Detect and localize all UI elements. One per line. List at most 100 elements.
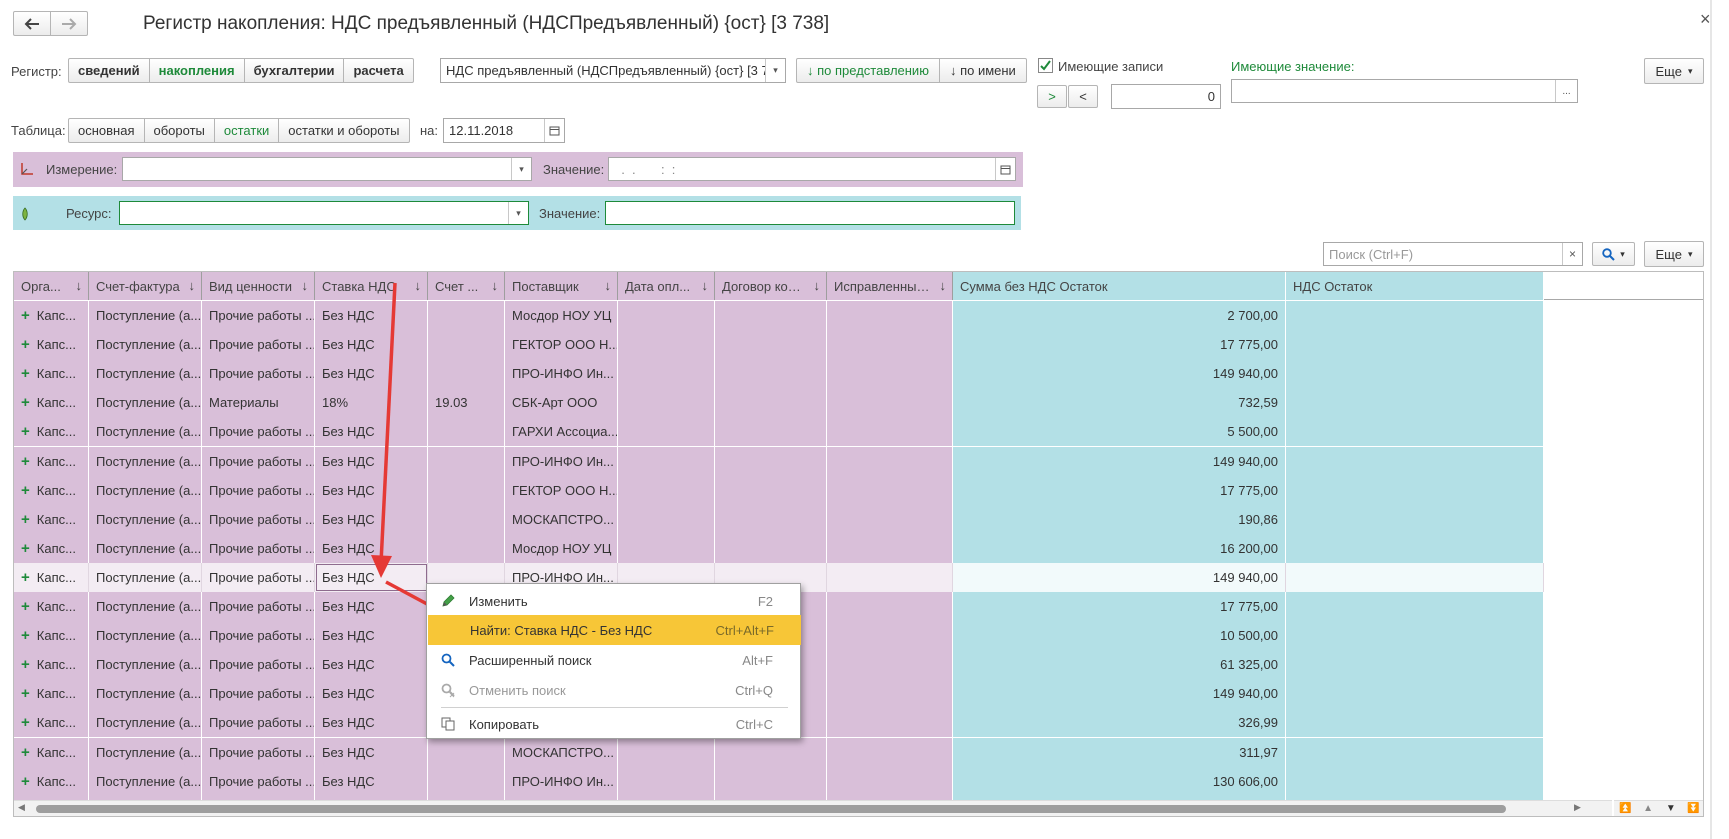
table-cell[interactable] bbox=[715, 417, 827, 447]
forward-button[interactable] bbox=[51, 12, 87, 35]
table-cell[interactable]: + Капс... bbox=[14, 766, 89, 796]
table-cell[interactable]: ГЕКТОР ООО Н... bbox=[505, 475, 618, 505]
column-header-4[interactable]: Счет ... ↓ bbox=[428, 272, 505, 300]
table-cell[interactable] bbox=[715, 737, 827, 767]
table-cell[interactable]: 17 775,00 bbox=[953, 592, 1286, 621]
table-cell[interactable] bbox=[428, 359, 505, 389]
table-cell[interactable] bbox=[827, 592, 953, 621]
table-cell[interactable]: Мосдор НОУ УЦ bbox=[505, 533, 618, 563]
table-cell[interactable]: 19.03 bbox=[428, 388, 505, 418]
table-cell[interactable] bbox=[428, 330, 505, 360]
calendar-icon[interactable] bbox=[544, 119, 564, 142]
table-cell[interactable] bbox=[1286, 562, 1544, 592]
table-cell[interactable]: + Капс... bbox=[14, 533, 89, 563]
ellipsis-button[interactable]: ... bbox=[1555, 80, 1577, 102]
table-cell[interactable]: Прочие работы ... bbox=[202, 592, 315, 621]
table-row[interactable]: + Капс... Поступление (а... Прочие работы .… bbox=[14, 621, 1703, 651]
table-row[interactable]: + Капс... Поступление (а... Прочие работы .… bbox=[14, 562, 1703, 592]
table-cell[interactable]: 61 325,00 bbox=[953, 650, 1286, 680]
table-cell[interactable]: ГЕКТОР ООО Н... bbox=[505, 330, 618, 360]
table-cell[interactable]: Поступление (а... bbox=[89, 679, 202, 709]
scrollbar-track-start-icon[interactable]: ◀ bbox=[18, 802, 25, 813]
table-cell[interactable]: ГАРХИ Ассоциа... bbox=[505, 417, 618, 447]
table-cell[interactable]: + Капс... bbox=[14, 359, 89, 389]
context-menu-item-4[interactable]: Копировать Ctrl+C bbox=[427, 709, 800, 739]
table-cell[interactable]: 149 940,00 bbox=[953, 359, 1286, 389]
table-cell[interactable]: Без НДС bbox=[315, 708, 428, 738]
table-cell[interactable]: Поступление (а... bbox=[89, 766, 202, 796]
table-cell[interactable]: + Капс... bbox=[14, 621, 89, 651]
has-value-input[interactable]: ... bbox=[1231, 79, 1578, 103]
resource-value-input[interactable] bbox=[605, 201, 1015, 225]
table-cell[interactable] bbox=[618, 301, 715, 330]
table-cell[interactable]: Без НДС bbox=[315, 621, 428, 651]
table-cell[interactable]: + Капс... bbox=[14, 301, 89, 330]
table-cell[interactable] bbox=[715, 533, 827, 563]
table-cell[interactable]: Без НДС bbox=[315, 475, 428, 505]
table-cell[interactable] bbox=[827, 504, 953, 534]
table-cell[interactable] bbox=[827, 650, 953, 680]
register-type-0[interactable]: сведений bbox=[69, 59, 150, 82]
table-cell[interactable] bbox=[1286, 504, 1544, 534]
table-cell[interactable]: + Капс... bbox=[14, 679, 89, 709]
table-cell[interactable] bbox=[428, 446, 505, 476]
table-cell[interactable] bbox=[1286, 301, 1544, 330]
table-row[interactable]: + Капс... Поступление (а... Прочие работы .… bbox=[14, 475, 1703, 505]
table-cell[interactable]: Поступление (а... bbox=[89, 388, 202, 418]
table-cell[interactable]: 5 500,00 bbox=[953, 417, 1286, 447]
table-cell[interactable] bbox=[1286, 679, 1544, 709]
table-cell[interactable] bbox=[1286, 592, 1544, 621]
table-cell[interactable]: Прочие работы ... bbox=[202, 737, 315, 767]
table-cell[interactable]: Без НДС bbox=[315, 417, 428, 447]
table-cell[interactable]: Прочие работы ... bbox=[202, 417, 315, 447]
table-cell[interactable]: Поступление (а... bbox=[89, 592, 202, 621]
table-cell[interactable] bbox=[428, 766, 505, 796]
table-cell[interactable]: Без НДС bbox=[315, 679, 428, 709]
table-cell[interactable]: Мосдор НОУ УЦ bbox=[505, 301, 618, 330]
column-header-5[interactable]: Поставщик ↓ bbox=[505, 272, 618, 300]
table-cell[interactable] bbox=[618, 504, 715, 534]
table-cell[interactable] bbox=[1286, 650, 1544, 680]
search-button[interactable]: ▾ bbox=[1592, 242, 1635, 266]
table-row[interactable]: + Капс... Поступление (а... Прочие работы .… bbox=[14, 417, 1703, 447]
table-cell[interactable]: Без НДС bbox=[315, 533, 428, 563]
date-input[interactable]: 12.11.2018 bbox=[443, 118, 565, 143]
table-cell[interactable]: Поступление (а... bbox=[89, 359, 202, 389]
table-cell[interactable]: + Капс... bbox=[14, 446, 89, 476]
register-type-2[interactable]: бухгалтерии bbox=[245, 59, 345, 82]
table-cell[interactable] bbox=[618, 533, 715, 563]
sort-by-view-button[interactable]: ↓ по представлению bbox=[797, 59, 940, 82]
resource-select[interactable]: ▾ bbox=[119, 201, 529, 225]
table-tab-0[interactable]: основная bbox=[69, 119, 145, 142]
table-cell[interactable]: Без НДС bbox=[315, 330, 428, 360]
table-cell[interactable] bbox=[618, 737, 715, 767]
register-type-1[interactable]: накопления bbox=[150, 59, 245, 82]
table-cell[interactable] bbox=[827, 388, 953, 418]
table-cell[interactable]: 10 500,00 bbox=[953, 621, 1286, 651]
table-cell[interactable]: 16 200,00 bbox=[953, 533, 1286, 563]
table-cell[interactable] bbox=[827, 679, 953, 709]
table-cell[interactable] bbox=[618, 330, 715, 360]
table-cell[interactable]: МОСКАПСТРО... bbox=[505, 737, 618, 767]
scrollbar-thumb[interactable] bbox=[36, 805, 1506, 813]
table-row[interactable]: + Капс... Поступление (а... Прочие работы .… bbox=[14, 533, 1703, 563]
table-cell[interactable] bbox=[428, 504, 505, 534]
chevron-down-icon[interactable]: ▾ bbox=[765, 59, 785, 82]
table-cell[interactable] bbox=[618, 766, 715, 796]
table-cell[interactable] bbox=[715, 359, 827, 389]
register-grid[interactable]: Орга... ↓ Счет-фактура ↓ Вид ценности ↓ Ставка… bbox=[13, 271, 1704, 817]
table-cell[interactable]: + Капс... bbox=[14, 388, 89, 418]
table-cell[interactable] bbox=[1286, 359, 1544, 389]
table-cell[interactable]: Прочие работы ... bbox=[202, 359, 315, 389]
table-cell[interactable]: + Капс... bbox=[14, 417, 89, 447]
close-icon[interactable]: × bbox=[1700, 9, 1711, 30]
table-cell[interactable]: Прочие работы ... bbox=[202, 708, 315, 738]
table-cell[interactable]: Прочие работы ... bbox=[202, 766, 315, 796]
table-row[interactable]: + Капс... Поступление (а... Материалы 18% 19.… bbox=[14, 388, 1703, 418]
column-header-7[interactable]: Договор кон... ↓ bbox=[715, 272, 827, 300]
table-cell[interactable] bbox=[1286, 708, 1544, 738]
table-cell[interactable] bbox=[618, 417, 715, 447]
next-record-button[interactable]: > bbox=[1037, 85, 1067, 108]
table-cell[interactable] bbox=[827, 708, 953, 738]
chevron-down-icon[interactable]: ▾ bbox=[508, 202, 528, 224]
